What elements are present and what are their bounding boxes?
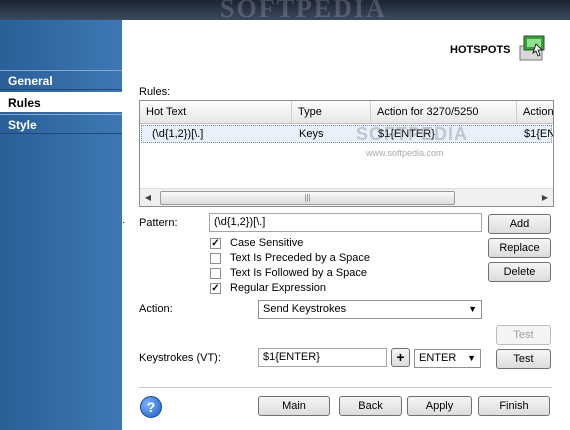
test-button[interactable]: Test [496, 349, 551, 369]
preceded-space-label: Text Is Preceded by a Space [230, 252, 371, 264]
column-action-3270[interactable]: Action for 3270/5250 [371, 101, 517, 123]
sidebar-item-rules[interactable]: Rules [0, 92, 122, 112]
chevron-down-icon: ▼ [467, 353, 476, 363]
rules-table-header: Hot Text Type Action for 3270/5250 Actio… [140, 101, 553, 124]
watermark-url: www.softpedia.com [366, 148, 444, 158]
replace-button[interactable]: Replace [488, 238, 551, 258]
sidebar-item-style[interactable]: Style [0, 114, 122, 134]
column-type[interactable]: Type [292, 101, 371, 123]
main-button[interactable]: Main [258, 396, 330, 416]
cell-hot-text: (\d{1,2})[\.] [152, 128, 204, 140]
sidebar-item-general[interactable]: General [0, 70, 122, 90]
case-sensitive-label: Case Sensitive [230, 237, 304, 249]
test-button-disabled: Test [496, 325, 551, 345]
pattern-label: Pattern: [139, 217, 178, 229]
scroll-thumb[interactable]: ||| [160, 191, 455, 205]
rules-label: Rules: [139, 86, 171, 98]
regular-expression-label: Regular Expression [230, 282, 326, 294]
hotspots-icon [519, 35, 545, 61]
main-panel: HOTSPOTS Rules: Hot Text Type Action for… [122, 20, 570, 430]
add-button[interactable]: Add [488, 214, 551, 234]
column-hot-text[interactable]: Hot Text [140, 101, 292, 123]
action-select[interactable]: Send Keystrokes ▼ [258, 300, 482, 319]
divider [139, 387, 552, 388]
page-title: HOTSPOTS [450, 44, 511, 56]
row-watermark: SOFTPEDIA [356, 124, 469, 144]
finish-button[interactable]: Finish [478, 396, 550, 416]
marker-dot: · [122, 217, 126, 228]
table-row[interactable]: (\d{1,2})[\.] Keys $1{ENTER} $1{EN SOFTP… [141, 124, 554, 144]
keystrokes-label: Keystrokes (VT): [139, 352, 221, 364]
pattern-input[interactable]: (\d{1,2})[\.] [209, 213, 482, 232]
keystrokes-input[interactable]: $1{ENTER} [258, 348, 387, 367]
column-action[interactable]: Action [517, 101, 553, 123]
chevron-down-icon: ▼ [468, 304, 477, 314]
key-select-value: ENTER [419, 352, 457, 364]
help-icon[interactable]: ? [140, 396, 162, 418]
action-select-value: Send Keystrokes [263, 303, 347, 315]
scroll-right-icon[interactable]: ▶ [537, 189, 553, 206]
action-label: Action: [139, 303, 173, 315]
back-button[interactable]: Back [339, 396, 402, 416]
apply-button[interactable]: Apply [407, 396, 472, 416]
followed-space-checkbox[interactable] [210, 268, 221, 279]
regular-expression-checkbox[interactable]: ✓ [210, 283, 221, 294]
case-sensitive-checkbox[interactable]: ✓ [210, 238, 221, 249]
scroll-left-icon[interactable]: ◀ [140, 189, 156, 206]
delete-button[interactable]: Delete [488, 262, 551, 282]
horizontal-scrollbar[interactable]: ◀ ||| ▶ [140, 188, 553, 206]
cell-action: $1{EN [524, 128, 554, 140]
window-top-band: SOFTPEDIA [0, 0, 570, 23]
preceded-space-checkbox[interactable] [210, 253, 221, 264]
followed-space-label: Text Is Followed by a Space [230, 267, 367, 279]
sidebar: General Rules Style [0, 20, 123, 430]
key-select[interactable]: ENTER ▼ [414, 349, 481, 368]
insert-key-button[interactable]: + [391, 348, 410, 367]
rules-table[interactable]: Hot Text Type Action for 3270/5250 Actio… [139, 100, 554, 207]
